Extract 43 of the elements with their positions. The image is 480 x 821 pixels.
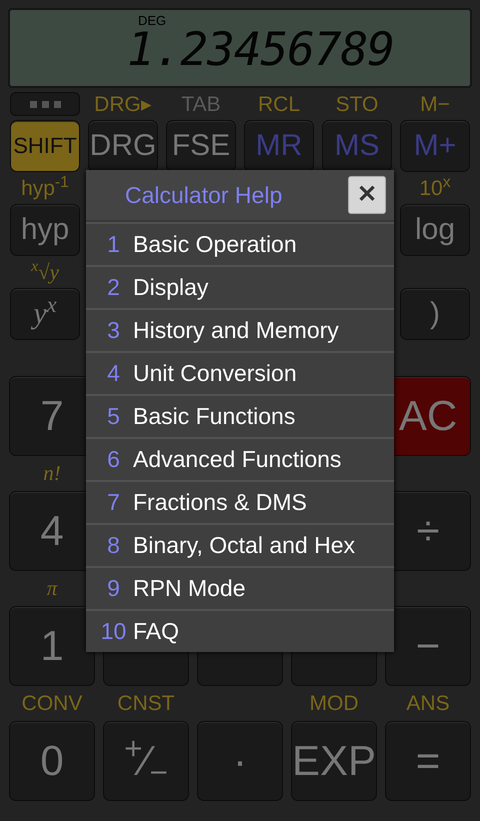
calculator-key[interactable]: ) xyxy=(400,288,470,340)
shift-function-label: CNST xyxy=(117,693,175,714)
calculator-key[interactable]: EXP xyxy=(291,721,377,801)
help-topic-item[interactable]: 8 Binary, Octal and Hex xyxy=(86,523,394,566)
shift-function-label: n! xyxy=(43,463,61,484)
shift-function-label: ANS xyxy=(406,693,450,714)
shift-function-label: π xyxy=(46,578,58,599)
calculator-key[interactable]: − xyxy=(385,606,471,686)
shift-function-label: STO xyxy=(336,94,378,114)
shift-function-label: M− xyxy=(420,94,450,114)
calculator-key[interactable]: log xyxy=(400,204,470,256)
shift-function-label: hyp$^{-1}$ xyxy=(21,178,69,198)
angle-mode-indicator: DEG xyxy=(138,14,166,27)
help-topic-item[interactable]: 4 Unit Conversion xyxy=(86,351,394,394)
dots-icon xyxy=(30,100,60,108)
shift-function-label: MOD xyxy=(310,693,358,714)
shift-function-label: $^{x}$√y xyxy=(31,262,59,282)
help-topic-item[interactable]: 7 Fractions & DMS xyxy=(86,480,394,523)
calculator-key[interactable]: FSE xyxy=(166,120,236,172)
help-topic-item[interactable]: 10 FAQ xyxy=(86,609,394,652)
calculator-key[interactable]: y$^{x}$ xyxy=(10,288,80,340)
help-topic-item[interactable]: 5 Basic Functions xyxy=(86,394,394,437)
shift-function-label: CONV xyxy=(22,693,82,714)
shift-key[interactable]: SHIFT xyxy=(10,120,80,172)
help-topic-item[interactable]: 2 Display xyxy=(86,265,394,308)
calculator-key[interactable]: hyp xyxy=(10,204,80,256)
shift-function-label: RCL xyxy=(258,94,300,114)
more-button[interactable] xyxy=(10,92,80,116)
help-topic-item[interactable]: 3 History and Memory xyxy=(86,308,394,351)
dialog-title: Calculator Help xyxy=(125,180,284,210)
calculator-key[interactable]: 1 xyxy=(9,606,95,686)
close-button[interactable]: ✕ xyxy=(348,176,386,214)
calculator-key[interactable]: DRG xyxy=(88,120,158,172)
display-value: 1.23456789 xyxy=(127,26,394,72)
calculator-key[interactable]: $^{+}$∕$_{−}$ xyxy=(103,721,189,801)
help-topic-item[interactable]: 6 Advanced Functions xyxy=(86,437,394,480)
calculator-key[interactable]: 0 xyxy=(9,721,95,801)
shift-function-label: 10$^{x}$ xyxy=(419,178,451,198)
calculator-key[interactable]: = xyxy=(385,721,471,801)
calculator-key[interactable]: · xyxy=(197,721,283,801)
shift-function-label: DRG▸ xyxy=(94,94,152,114)
help-topic-item[interactable]: 9 RPN Mode xyxy=(86,566,394,609)
help-topic-item[interactable]: 1 Basic Operation xyxy=(86,222,394,265)
